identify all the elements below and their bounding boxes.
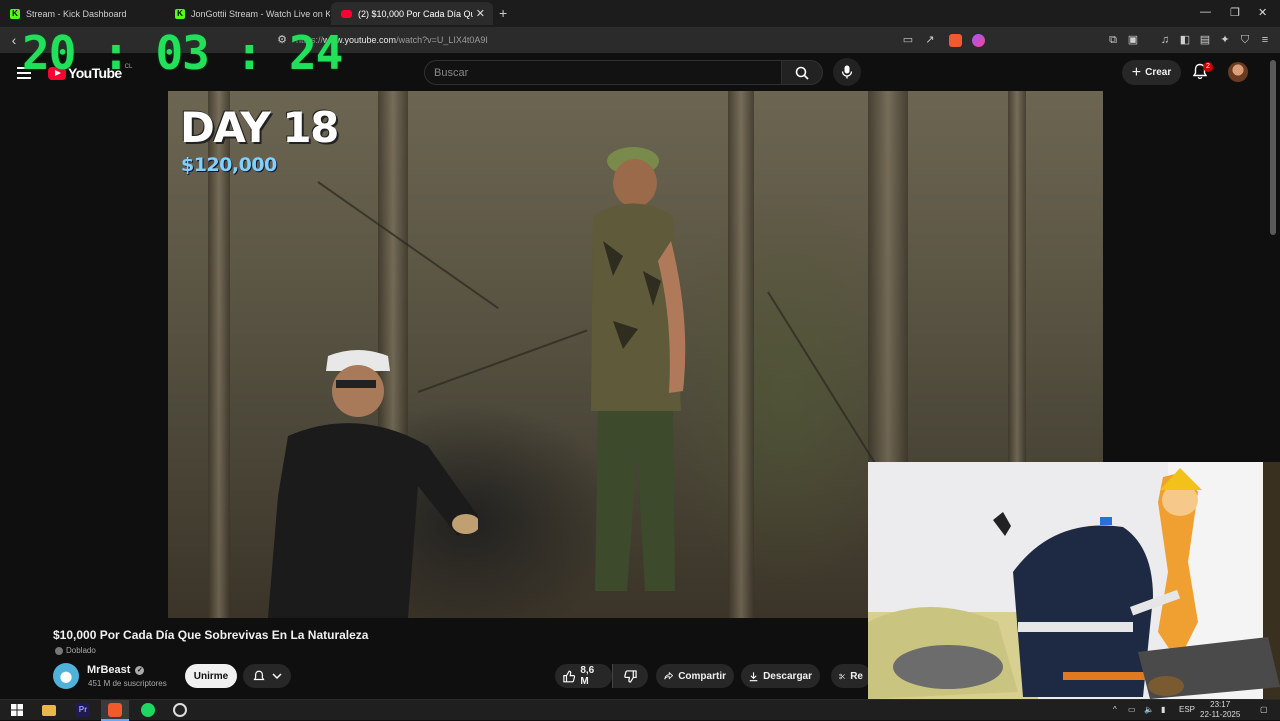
share-button[interactable]: Compartir: [656, 664, 734, 688]
leo-ai-icon[interactable]: ✦: [1219, 34, 1231, 46]
premiere-pro-icon[interactable]: Pr: [76, 703, 90, 717]
browser-tab-kick-dashboard[interactable]: K Stream - Kick Dashboard: [0, 2, 165, 25]
scissors-icon: [839, 673, 845, 679]
dubbed-label: Doblado: [66, 646, 96, 655]
kick-icon: K: [10, 8, 20, 19]
wallet-icon[interactable]: ▤: [1199, 34, 1211, 46]
media-icon[interactable]: ♫: [1159, 34, 1171, 46]
voice-search-button[interactable]: [833, 58, 861, 86]
url-path: /watch?v=U_LIX4t0A9I: [396, 35, 488, 45]
extensions-icon[interactable]: ⧉: [1107, 34, 1119, 46]
restore-icon[interactable]: ❐: [1230, 6, 1240, 19]
video-person-standing: [591, 147, 686, 591]
brave-taskbar-active[interactable]: [101, 700, 129, 721]
search-button[interactable]: [781, 60, 823, 85]
screenshot-icon[interactable]: ▣: [1127, 34, 1139, 46]
search-input[interactable]: [425, 61, 781, 84]
notification-center-icon[interactable]: ▢: [1260, 705, 1268, 714]
brave-shields-icon[interactable]: [949, 34, 962, 47]
channel-name[interactable]: MrBeast ✓: [87, 664, 145, 676]
bell-icon: [252, 670, 265, 680]
browser-tab-bar: K Stream - Kick Dashboard K JonGottii St…: [0, 0, 1280, 27]
search-box: [424, 60, 782, 85]
tab-title: Stream - Kick Dashboard: [26, 8, 127, 19]
like-count: 8,6 M: [580, 665, 595, 687]
close-tab-icon[interactable]: ✕: [476, 7, 485, 20]
channel-avatar[interactable]: [53, 663, 79, 689]
system-clock[interactable]: 23:17 22-11-2025: [1200, 700, 1240, 720]
verified-check-icon: ✓: [135, 665, 145, 675]
clip-button[interactable]: Re: [831, 664, 871, 688]
channel-name-text: MrBeast: [87, 664, 131, 676]
language-indicator[interactable]: ESP: [1179, 705, 1195, 714]
video-title: $10,000 Por Cada Día Que Sobrevivas En L…: [53, 628, 369, 642]
menu-icon[interactable]: ≡: [1259, 34, 1271, 46]
plus-icon: +: [1131, 63, 1142, 81]
brave-rewards-icon[interactable]: [972, 34, 985, 47]
windows-taskbar: Pr ^ ▭ 🔈 ▮ ESP 23:17 22-11-2025 ▢: [0, 699, 1280, 721]
dubbed-icon: [55, 646, 63, 655]
microphone-tray-icon[interactable]: ▮: [1161, 705, 1165, 714]
share-label: Compartir: [678, 670, 726, 682]
cast-icon[interactable]: ▭: [902, 34, 914, 46]
new-tab-icon[interactable]: +: [499, 5, 507, 21]
webcam-scene: [868, 462, 1280, 699]
vpn-icon[interactable]: ⛉: [1239, 34, 1251, 46]
clock-time: 23:17: [1210, 700, 1231, 709]
like-button[interactable]: 8,6 M: [555, 664, 612, 688]
dislike-button[interactable]: [612, 664, 648, 688]
youtube-icon: [341, 9, 352, 18]
sidebar-icon[interactable]: ◧: [1179, 34, 1191, 46]
brave-browser-icon: [108, 703, 122, 717]
page-scrollbar[interactable]: [1270, 60, 1276, 235]
chevron-down-icon: [271, 673, 282, 680]
dubbed-indicator[interactable]: Doblado: [55, 646, 96, 655]
subscriber-count: 451 M de suscriptores: [88, 679, 167, 688]
thumbs-down-icon: [624, 669, 637, 683]
obs-studio-icon[interactable]: [173, 703, 187, 717]
notification-count-badge: 2: [1203, 62, 1213, 72]
window-close-icon[interactable]: ✕: [1258, 6, 1267, 19]
stream-timer: 20 : 03 : 24: [22, 26, 343, 80]
network-icon[interactable]: ▭: [1128, 705, 1136, 714]
microphone-icon: [841, 65, 853, 79]
join-button[interactable]: Unirme: [185, 664, 237, 688]
video-scene-branch: [317, 181, 499, 310]
browser-tab-kick-stream[interactable]: K JonGottii Stream - Watch Live on Kick: [165, 2, 330, 25]
user-avatar[interactable]: [1228, 62, 1248, 82]
back-icon[interactable]: ‹: [8, 33, 20, 47]
windows-start-icon[interactable]: [10, 703, 24, 717]
search-icon: [795, 66, 809, 80]
file-explorer-icon[interactable]: [42, 705, 56, 716]
share-arrow-icon: [664, 671, 674, 680]
create-label: Crear: [1145, 67, 1172, 78]
browser-tab-youtube[interactable]: (2) $10,000 Por Cada Día Que So ✕: [331, 2, 493, 25]
thumbs-up-icon: [563, 670, 576, 682]
clock-date: 22-11-2025: [1200, 710, 1241, 719]
webcam-overlay: [868, 462, 1280, 699]
minimize-icon[interactable]: —: [1200, 6, 1211, 18]
clip-label: Re: [850, 670, 863, 682]
subscription-bell-button[interactable]: [243, 664, 291, 688]
video-money-overlay: $120,000: [181, 154, 277, 176]
video-scene-tree: [728, 91, 754, 618]
tab-title: JonGottii Stream - Watch Live on Kick: [191, 8, 330, 19]
tray-chevron-icon[interactable]: ^: [1113, 705, 1117, 714]
share-icon[interactable]: ↗: [924, 34, 936, 46]
volume-icon[interactable]: 🔈: [1144, 705, 1154, 714]
video-person-kneeling: [268, 350, 478, 618]
spotify-icon[interactable]: [141, 703, 155, 717]
video-day-overlay: DAY 18: [180, 103, 339, 152]
download-button[interactable]: Descargar: [741, 664, 820, 688]
download-label: Descargar: [763, 670, 812, 682]
create-button[interactable]: + Crear: [1122, 60, 1181, 85]
download-icon: [749, 671, 758, 681]
tab-title: (2) $10,000 Por Cada Día Que So: [358, 8, 473, 19]
kick-icon: K: [175, 8, 185, 19]
